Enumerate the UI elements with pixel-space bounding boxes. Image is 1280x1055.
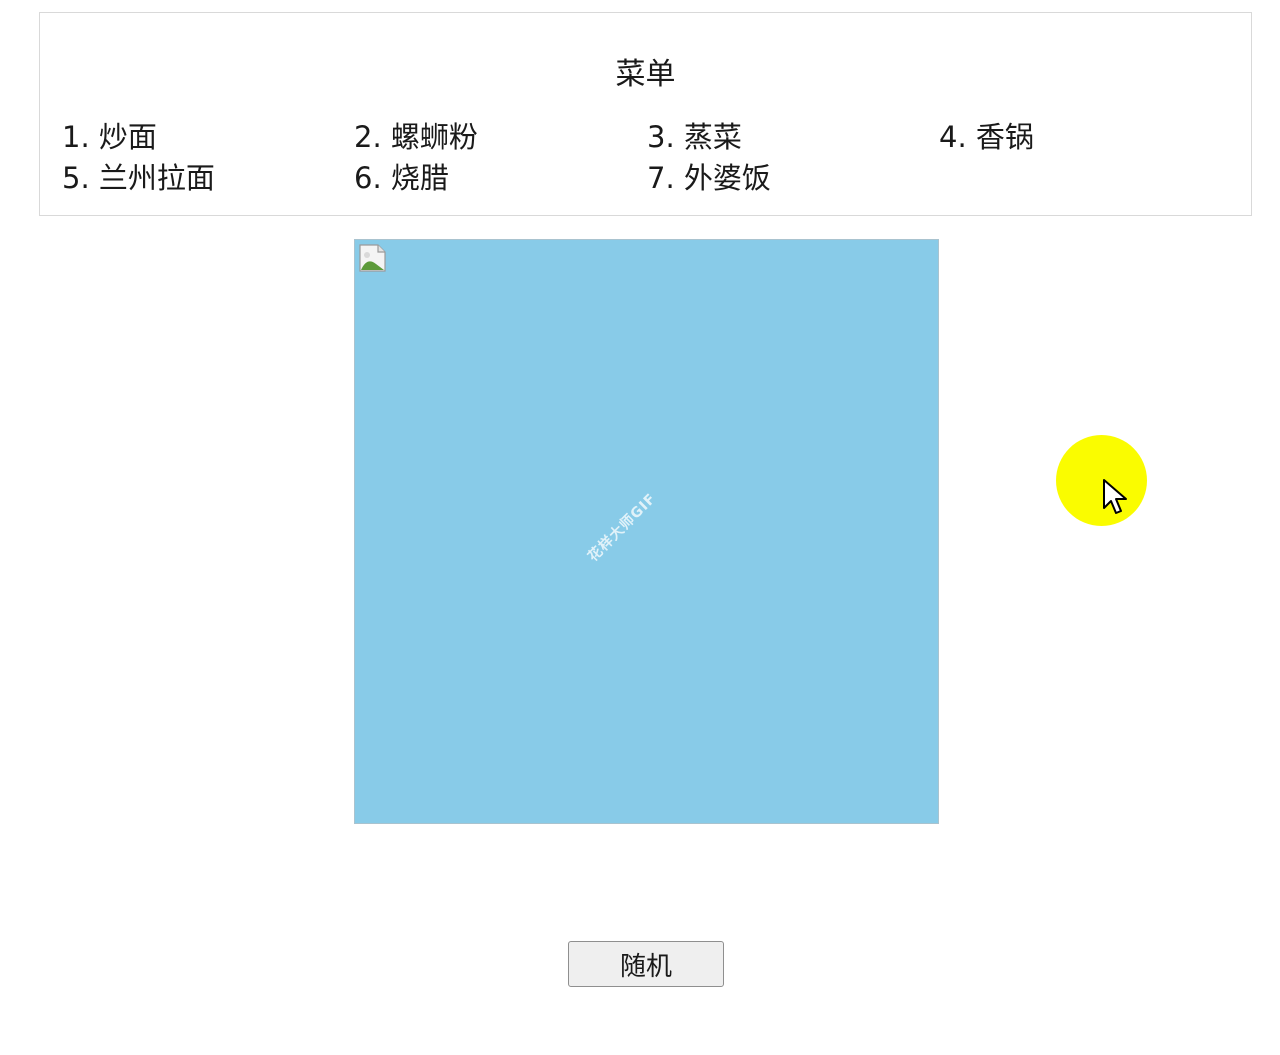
pointer-cursor-icon	[1103, 479, 1127, 514]
menu-item-7: 7. 外婆饭	[647, 161, 771, 195]
menu-item-6: 6. 烧腊	[354, 161, 449, 195]
menu-item-1: 1. 炒面	[62, 120, 157, 154]
dish-image: 花样大师GIF	[354, 239, 939, 824]
menu-item-2: 2. 螺蛳粉	[354, 120, 478, 154]
menu-item-4: 4. 香锅	[939, 120, 1034, 154]
random-button[interactable]: 随机	[568, 941, 724, 987]
broken-image-icon	[359, 244, 386, 272]
menu-title: 菜单	[615, 57, 676, 92]
menu-panel: 菜单 1. 炒面 2. 螺蛳粉 3. 蒸菜 4. 香锅 5. 兰州拉面 6. 烧…	[39, 12, 1252, 216]
menu-item-5: 5. 兰州拉面	[62, 161, 215, 195]
menu-item-3: 3. 蒸菜	[647, 120, 742, 154]
watermark-text: 花样大师GIF	[585, 490, 660, 565]
